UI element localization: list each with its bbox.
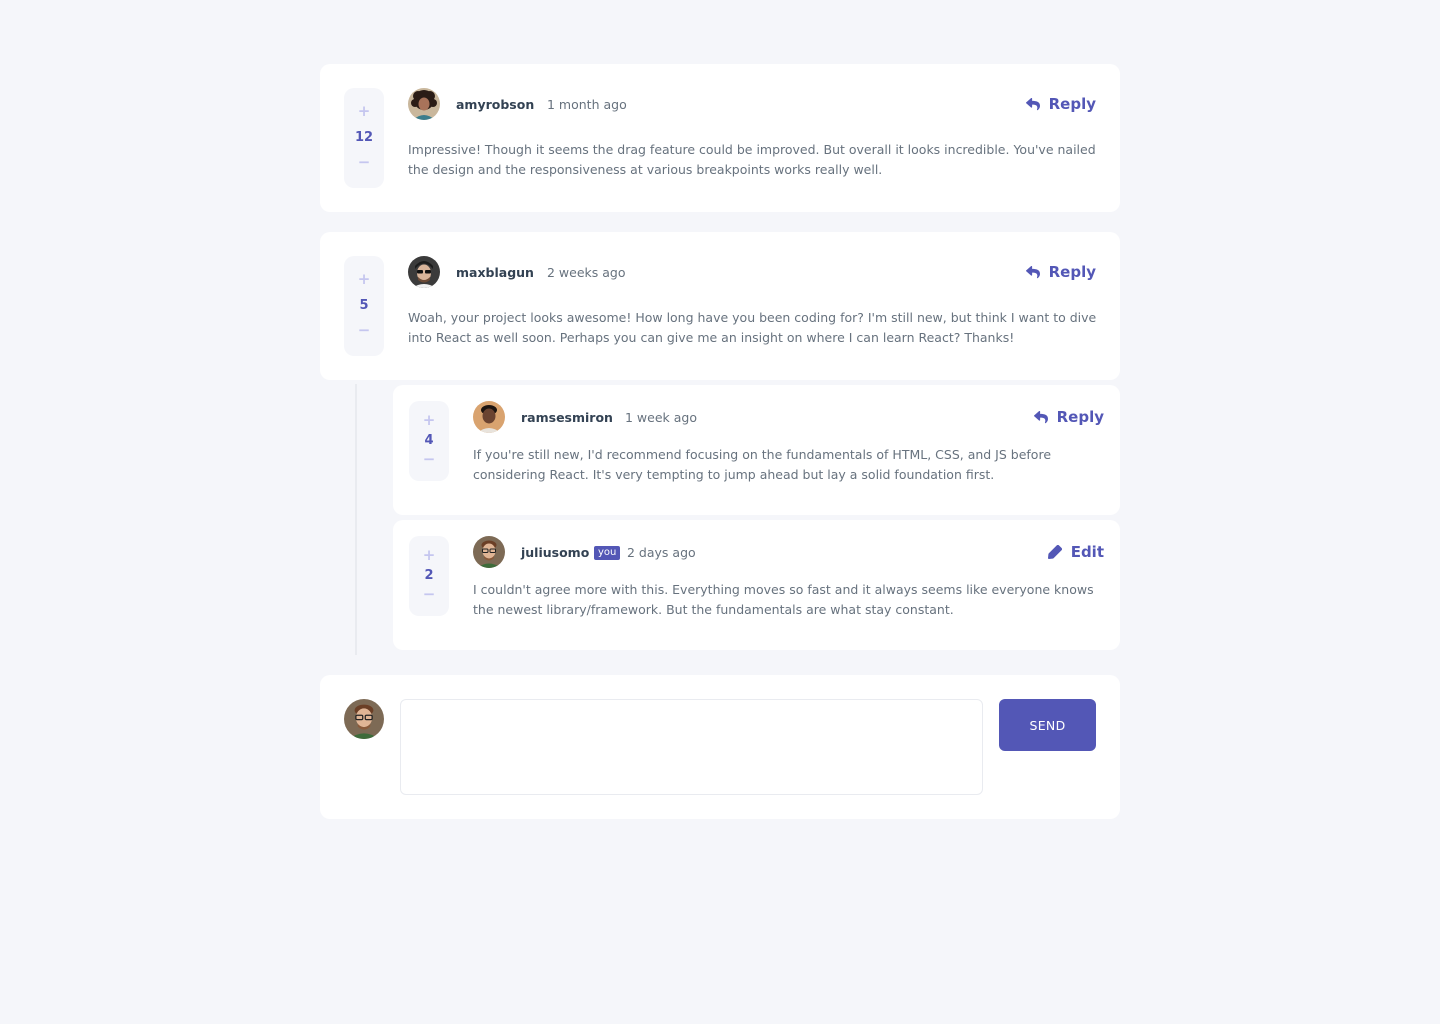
current-user-avatar — [344, 699, 384, 739]
comment-text: Impressive! Though it seems the drag fea… — [408, 142, 1096, 177]
avatar — [408, 256, 440, 288]
comment-input[interactable] — [400, 699, 983, 795]
downvote-button[interactable]: − — [358, 323, 371, 338]
avatar-juliusomo-icon — [344, 699, 384, 739]
timestamp: 2 days ago — [627, 545, 696, 560]
comment-text: Woah, your project looks awesome! How lo… — [408, 310, 1097, 345]
timestamp: 2 weeks ago — [547, 265, 626, 280]
score: 2 — [424, 567, 434, 583]
avatar — [473, 536, 505, 568]
timestamp: 1 month ago — [547, 97, 627, 112]
comment-card: + 12 − amyrobson 1 month ago Reply Impre… — [320, 64, 1120, 212]
reply-label: Reply — [1056, 408, 1104, 426]
reply-icon — [1025, 97, 1040, 110]
edit-icon — [1047, 545, 1062, 559]
avatar-amyrobson-icon — [408, 88, 440, 120]
avatar-maxblagun-icon — [408, 256, 440, 288]
timestamp: 1 week ago — [625, 410, 697, 425]
upvote-button[interactable]: + — [358, 104, 371, 119]
reply-card: + 4 − ramsesmiron 1 week ago Reply If yo… — [393, 385, 1120, 515]
send-button[interactable]: SEND — [999, 699, 1096, 751]
you-badge: you — [594, 546, 621, 560]
upvote-button[interactable]: + — [358, 272, 371, 287]
vote-control: + 12 − — [344, 88, 384, 188]
score: 4 — [424, 432, 434, 448]
edit-button[interactable]: Edit — [1047, 543, 1104, 561]
username[interactable]: ramsesmiron — [521, 410, 613, 425]
reply-thread-line — [355, 384, 357, 655]
avatar-ramsesmiron-icon — [473, 401, 505, 433]
upvote-button[interactable]: + — [423, 548, 436, 563]
downvote-button[interactable]: − — [358, 155, 371, 170]
reply-card: + 2 − juliusomo you 2 days ago Edit I co… — [393, 520, 1120, 650]
username[interactable]: amyrobson — [456, 97, 534, 112]
reply-button[interactable]: Reply — [1033, 408, 1104, 426]
edit-label: Edit — [1070, 543, 1104, 561]
upvote-button[interactable]: + — [423, 413, 436, 428]
avatar — [408, 88, 440, 120]
comment-text: If you're still new, I'd recommend focus… — [473, 447, 1052, 482]
vote-control: + 4 − — [409, 401, 449, 481]
avatar-juliusomo-icon — [473, 536, 505, 568]
score: 5 — [359, 297, 369, 313]
comment-composer: SEND — [320, 675, 1120, 819]
reply-icon — [1033, 410, 1048, 423]
downvote-button[interactable]: − — [423, 587, 436, 602]
score: 12 — [354, 129, 374, 145]
downvote-button[interactable]: − — [423, 452, 436, 467]
reply-label: Reply — [1048, 95, 1096, 113]
avatar — [473, 401, 505, 433]
reply-label: Reply — [1048, 263, 1096, 281]
vote-control: + 2 − — [409, 536, 449, 616]
username[interactable]: juliusomo — [521, 545, 589, 560]
vote-control: + 5 − — [344, 256, 384, 356]
comment-text: I couldn't agree more with this. Everyth… — [473, 582, 1094, 617]
reply-button[interactable]: Reply — [1025, 263, 1096, 281]
username[interactable]: maxblagun — [456, 265, 534, 280]
comment-card: + 5 − maxblagun 2 weeks ago Reply Woah, … — [320, 232, 1120, 380]
reply-icon — [1025, 265, 1040, 278]
reply-button[interactable]: Reply — [1025, 95, 1096, 113]
